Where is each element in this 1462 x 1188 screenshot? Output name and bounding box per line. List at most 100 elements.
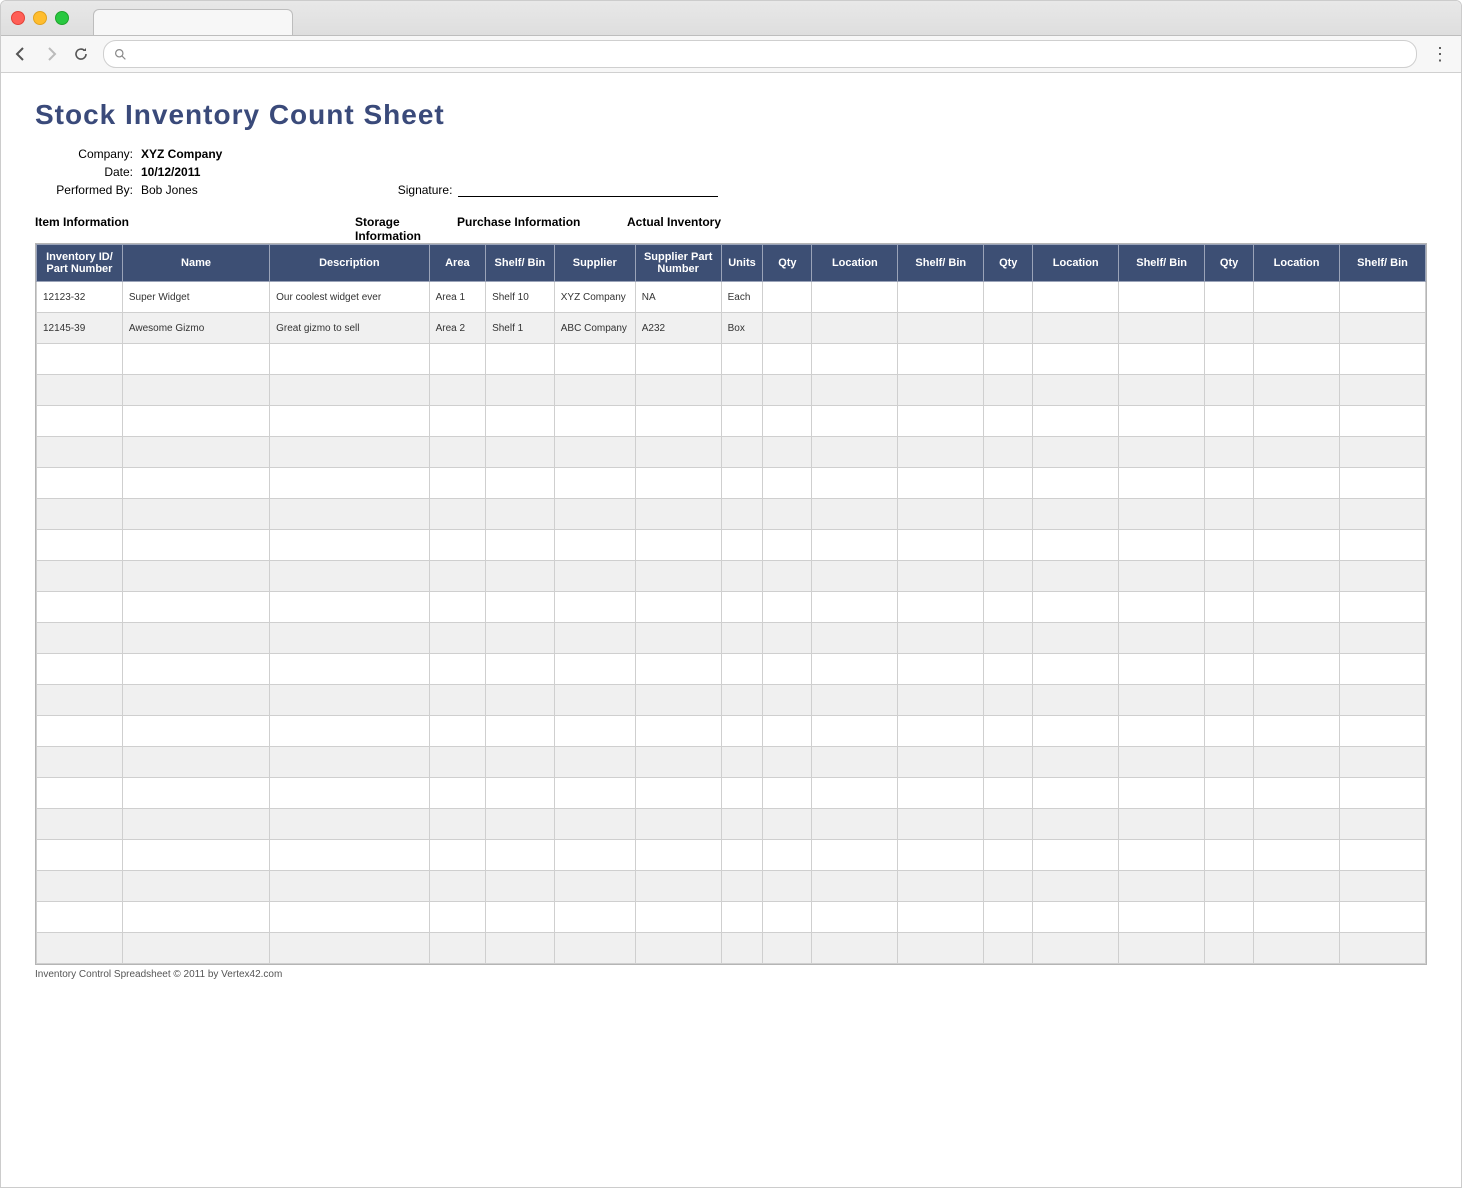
cell[interactable] [1205,623,1254,654]
cell[interactable] [763,902,812,933]
cell[interactable] [721,778,763,809]
cell[interactable] [1340,902,1426,933]
cell[interactable] [763,344,812,375]
cell[interactable] [1340,809,1426,840]
cell[interactable] [812,375,898,406]
cell[interactable] [1033,840,1119,871]
cell[interactable] [635,933,721,964]
cell[interactable] [898,530,984,561]
cell[interactable] [122,685,269,716]
cell[interactable] [554,344,635,375]
cell[interactable] [37,375,123,406]
cell[interactable] [1033,313,1119,344]
cell[interactable] [1254,592,1340,623]
cell[interactable] [1033,375,1119,406]
cell[interactable] [721,809,763,840]
cell[interactable] [635,809,721,840]
cell[interactable] [1254,530,1340,561]
cell[interactable] [429,468,485,499]
cell[interactable] [122,654,269,685]
cell[interactable] [429,623,485,654]
cell[interactable] [554,375,635,406]
cell[interactable] [763,561,812,592]
cell[interactable]: Shelf 10 [486,282,555,313]
cell[interactable] [812,437,898,468]
cell[interactable] [429,437,485,468]
cell[interactable] [554,871,635,902]
cell[interactable] [486,716,555,747]
cell[interactable] [554,468,635,499]
cell[interactable] [812,809,898,840]
cell[interactable] [898,902,984,933]
cell[interactable] [721,437,763,468]
menu-icon[interactable]: ⋮ [1431,51,1449,57]
cell[interactable] [486,592,555,623]
cell[interactable] [721,406,763,437]
cell[interactable] [1033,499,1119,530]
cell[interactable] [763,809,812,840]
cell[interactable] [1254,344,1340,375]
cell[interactable] [1340,623,1426,654]
cell[interactable] [763,778,812,809]
cell[interactable] [1119,871,1205,902]
cell[interactable] [554,623,635,654]
cell[interactable]: Super Widget [122,282,269,313]
cell[interactable] [1119,778,1205,809]
cell[interactable] [1205,530,1254,561]
cell[interactable] [763,623,812,654]
cell[interactable] [429,592,485,623]
cell[interactable] [812,530,898,561]
cell[interactable] [37,685,123,716]
cell[interactable] [554,530,635,561]
cell[interactable] [486,437,555,468]
cell[interactable]: NA [635,282,721,313]
cell[interactable] [554,592,635,623]
cell[interactable] [486,902,555,933]
cell[interactable] [37,530,123,561]
cell[interactable] [635,592,721,623]
cell[interactable] [122,530,269,561]
cell[interactable] [812,871,898,902]
cell[interactable] [37,654,123,685]
forward-icon[interactable] [43,46,59,62]
cell[interactable] [122,840,269,871]
cell[interactable] [1340,468,1426,499]
address-bar[interactable] [103,40,1417,68]
cell[interactable] [554,933,635,964]
cell[interactable] [1119,499,1205,530]
cell[interactable] [1254,871,1340,902]
cell[interactable]: Area 1 [429,282,485,313]
cell[interactable] [1119,406,1205,437]
cell[interactable] [812,592,898,623]
cell[interactable] [270,840,430,871]
cell[interactable] [1033,716,1119,747]
cell[interactable] [1340,437,1426,468]
cell[interactable] [37,468,123,499]
cell[interactable] [1119,282,1205,313]
cell[interactable] [812,623,898,654]
cell[interactable] [635,530,721,561]
cell[interactable] [1205,840,1254,871]
cell[interactable] [486,344,555,375]
cell[interactable] [37,747,123,778]
cell[interactable] [429,344,485,375]
cell[interactable] [984,437,1033,468]
cell[interactable] [270,561,430,592]
cell[interactable] [1033,406,1119,437]
cell[interactable] [1254,623,1340,654]
cell[interactable] [763,716,812,747]
cell[interactable] [898,716,984,747]
cell[interactable] [270,778,430,809]
cell[interactable] [429,530,485,561]
cell[interactable] [812,654,898,685]
cell[interactable] [486,530,555,561]
cell[interactable] [763,592,812,623]
maximize-window-icon[interactable] [55,11,69,25]
cell[interactable] [984,716,1033,747]
cell[interactable] [122,933,269,964]
cell[interactable] [984,654,1033,685]
cell[interactable] [898,623,984,654]
cell[interactable] [1254,716,1340,747]
cell[interactable] [554,840,635,871]
cell[interactable] [429,871,485,902]
